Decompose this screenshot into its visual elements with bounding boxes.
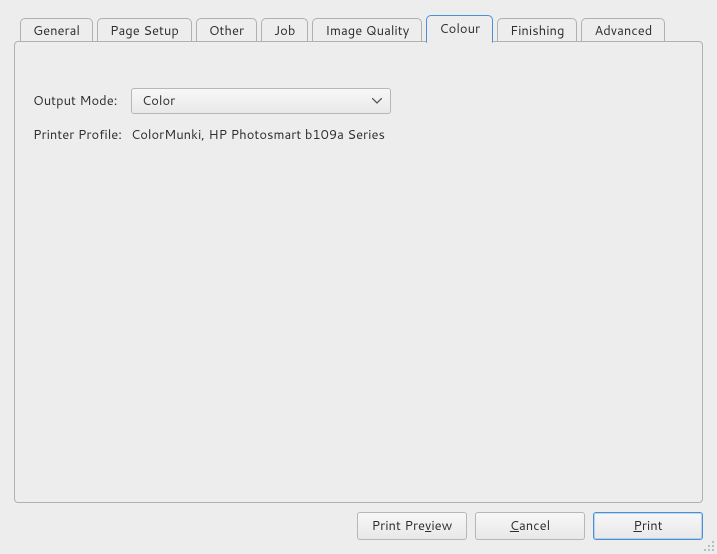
tab-label: Advanced — [594, 22, 652, 40]
output-mode-value: Color — [142, 92, 175, 110]
tab-label: Page Setup — [110, 22, 179, 40]
tab-label: Image Quality — [325, 22, 409, 40]
tab-label: General — [33, 22, 80, 40]
output-mode-label: Output Mode: — [33, 92, 131, 110]
tab-strip: General Page Setup Other Job Image Quali… — [14, 14, 703, 42]
tab-job[interactable]: Job — [261, 18, 308, 43]
tab-general[interactable]: General — [20, 18, 93, 43]
tab-label: Other — [209, 22, 244, 40]
tab-colour[interactable]: Colour — [426, 15, 493, 43]
output-mode-row: Output Mode: Color — [33, 88, 391, 114]
tab-finishing[interactable]: Finishing — [497, 18, 577, 43]
tab-label: Finishing — [510, 22, 564, 40]
tab-label: Job — [274, 22, 295, 40]
print-notebook: General Page Setup Other Job Image Quali… — [14, 14, 703, 503]
button-label: Cancel — [510, 517, 550, 535]
tab-panel-colour: Output Mode: Color Printer Profile: Colo… — [14, 41, 703, 503]
button-label: Print — [633, 517, 662, 535]
resize-grip-icon[interactable] — [703, 540, 715, 552]
chevron-down-icon — [372, 98, 382, 104]
tab-label: Colour — [439, 20, 480, 38]
print-preview-button[interactable]: Print Preview — [357, 512, 467, 540]
printer-profile-row: Printer Profile: ColorMunki, HP Photosma… — [33, 126, 385, 144]
print-button[interactable]: Print — [593, 512, 703, 540]
tab-image-quality[interactable]: Image Quality — [312, 18, 422, 43]
dialog-button-row: Print Preview Cancel Print — [357, 512, 703, 540]
printer-profile-label: Printer Profile: — [33, 126, 131, 144]
print-dialog: General Page Setup Other Job Image Quali… — [0, 0, 717, 554]
button-label: Print Preview — [372, 517, 453, 535]
tab-page-setup[interactable]: Page Setup — [97, 18, 192, 43]
tab-other[interactable]: Other — [196, 18, 257, 43]
cancel-button[interactable]: Cancel — [475, 512, 585, 540]
output-mode-combobox[interactable]: Color — [131, 88, 391, 114]
tab-advanced[interactable]: Advanced — [581, 18, 665, 43]
printer-profile-value: ColorMunki, HP Photosmart b109a Series — [131, 126, 385, 144]
